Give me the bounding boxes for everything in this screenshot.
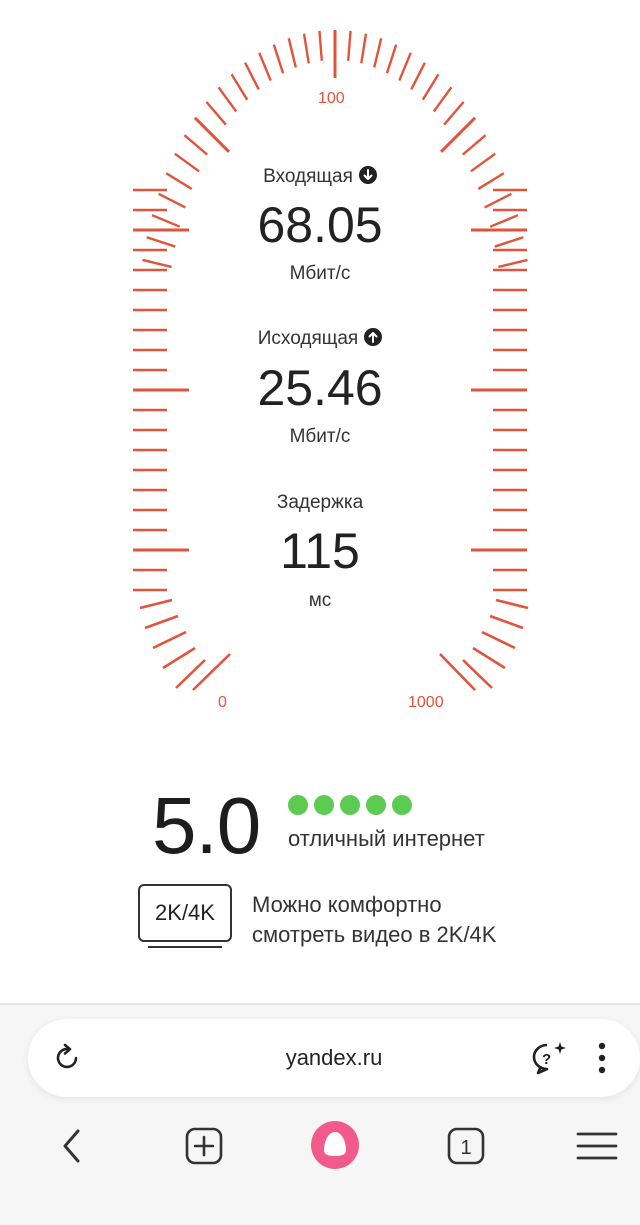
gauge-tick — [192, 653, 231, 691]
quality-description-line2: смотреть видео в 2K/4K — [252, 922, 497, 947]
gauge-tick — [205, 101, 227, 126]
address-bar[interactable]: yandex.ru ? — [28, 1019, 640, 1097]
gauge-tick — [183, 134, 209, 156]
upload-label: Исходящая — [0, 328, 640, 350]
gauge-tick — [432, 86, 453, 113]
arrow-down-icon — [358, 166, 377, 184]
help-chat-icon[interactable]: ? — [526, 1038, 570, 1078]
download-label-text: Входящая — [263, 166, 353, 187]
gauge-tick — [398, 52, 412, 82]
gauge-tick — [443, 101, 465, 126]
tabs-icon[interactable]: 1 — [444, 1124, 488, 1168]
upload-unit: Мбит/с — [289, 426, 351, 447]
new-tab-icon[interactable] — [182, 1124, 226, 1168]
back-icon[interactable] — [50, 1124, 94, 1168]
gauge-tick — [360, 33, 368, 64]
gauge-tick — [373, 38, 383, 68]
gauge-tick — [302, 33, 310, 64]
arrow-up-icon — [364, 328, 383, 346]
scale-label-mid: 100 — [318, 90, 345, 107]
gauge-tick — [230, 73, 249, 101]
gauge-tick — [421, 73, 440, 101]
upload-label-text: Исходящая — [257, 328, 359, 349]
download-unit: Мбит/с — [289, 263, 351, 284]
rating-star — [288, 795, 308, 815]
quality-description: Можно комфортно смотреть видео в 2K/4K — [252, 890, 582, 950]
rating-star — [314, 795, 334, 815]
svg-text:?: ? — [542, 1051, 551, 1068]
rating-star — [392, 795, 412, 815]
scale-label-max: 1000 — [408, 694, 444, 711]
download-value: 68.05 — [257, 197, 383, 253]
tab-count: 1 — [460, 1137, 471, 1159]
rating-star — [366, 795, 386, 815]
more-vertical-icon[interactable] — [592, 1038, 612, 1078]
quality-badge-label: 2K/4K — [138, 884, 232, 942]
gauge-tick — [410, 62, 426, 90]
gauge-tick — [318, 30, 324, 61]
gauge-tick — [346, 30, 352, 61]
gauge-tick — [258, 52, 272, 82]
menu-icon[interactable] — [574, 1124, 620, 1168]
gauge-tick — [272, 44, 285, 74]
gauge-tick — [244, 62, 260, 90]
latency-unit: мс — [308, 590, 332, 611]
latency-value: 115 — [280, 523, 360, 579]
gauge-tick — [217, 86, 238, 113]
rating-score: 5.0 — [152, 781, 261, 870]
download-label: Входящая — [0, 166, 640, 188]
upload-value: 25.46 — [257, 360, 383, 416]
quality-description-line1: Можно комфортно — [252, 892, 442, 917]
rating-summary: отличный интернет — [288, 826, 485, 851]
latency-label: Задержка — [276, 492, 364, 513]
rating-star — [340, 795, 360, 815]
gauge-tick — [162, 646, 196, 670]
gauge-tick — [439, 653, 476, 691]
quality-badge: 2K/4K — [138, 884, 232, 948]
gauge-tick — [385, 44, 398, 74]
scale-label-min: 0 — [218, 694, 227, 711]
monitor-stand — [148, 946, 222, 948]
gauge-tick — [461, 134, 487, 156]
gauge-tick — [144, 614, 179, 630]
rating-stars — [288, 795, 412, 815]
gauge-tick — [472, 646, 506, 670]
gauge-tick — [287, 38, 297, 68]
alice-icon[interactable] — [310, 1120, 360, 1170]
gauge-tick — [152, 630, 187, 650]
gauge-tick — [481, 630, 516, 650]
gauge-tick — [489, 614, 524, 630]
